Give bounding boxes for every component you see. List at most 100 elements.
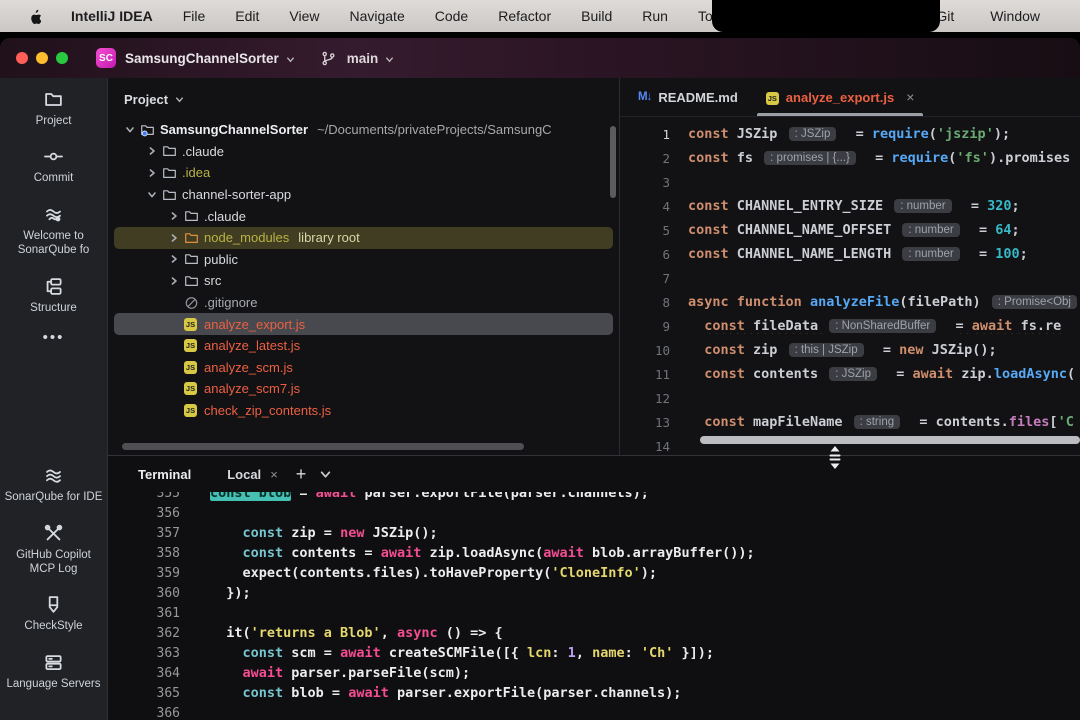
type-inlay-hint: : JSZip <box>829 367 877 381</box>
stripe-item-project[interactable]: Project <box>0 90 107 128</box>
code-token: contents = <box>283 545 381 561</box>
project-vertical-scrollbar[interactable] <box>610 126 616 198</box>
chevron-down-icon[interactable] <box>120 125 140 135</box>
project-horizontal-scrollbar[interactable] <box>122 443 524 450</box>
tree-row-analyze-scm7-js[interactable]: JSanalyze_scm7.js <box>114 378 613 400</box>
tree-item-name: check_zip_contents.js <box>204 403 331 418</box>
chevron-down-icon[interactable] <box>385 55 394 64</box>
code-token: const <box>704 318 753 334</box>
code-token: const <box>243 525 284 541</box>
menu-item-run[interactable]: Run <box>642 8 668 24</box>
code-token: ( <box>948 150 956 166</box>
editor-tab-readme-md[interactable]: M↓README.md <box>624 78 752 116</box>
editor-line-11[interactable]: 11 const contents : JSZip = await zip.lo… <box>620 362 1080 386</box>
editor-line-8[interactable]: 8async function analyzeFile(filePath) : … <box>620 290 1080 314</box>
menu-item-code[interactable]: Code <box>435 8 468 24</box>
close-icon[interactable]: × <box>270 467 278 482</box>
folder-icon <box>162 144 182 158</box>
branch-name[interactable]: main <box>347 51 379 66</box>
code-token: ); <box>994 126 1010 142</box>
editor-tab-analyze-export-js[interactable]: JSanalyze_export.js× <box>752 78 929 116</box>
chevron-down-icon[interactable] <box>320 469 331 480</box>
chevron-right-icon[interactable] <box>164 233 184 243</box>
stripe-item-more-icon[interactable]: ••• <box>0 334 107 342</box>
tree-row-public[interactable]: public <box>114 249 613 271</box>
stripe-item-welcome-to-sonarqube-fo[interactable]: Welcome to SonarQube fo <box>0 205 107 258</box>
stripe-item-commit[interactable]: Commit <box>0 147 107 185</box>
tree-row-samsungchannelsorter[interactable]: SamsungChannelSorter~/Documents/privateP… <box>114 119 613 141</box>
editor-line-4[interactable]: 4const CHANNEL_ENTRY_SIZE : number = 320… <box>620 194 1080 218</box>
chevron-down-icon[interactable] <box>286 55 295 64</box>
tree-row-idea[interactable]: .idea <box>114 162 613 184</box>
close-window-button[interactable] <box>16 52 28 64</box>
tree-row-analyze-scm-js[interactable]: JSanalyze_scm.js <box>114 357 613 379</box>
code-token: async <box>397 625 438 641</box>
editor-horizontal-scrollbar[interactable] <box>700 436 1080 444</box>
type-inlay-hint: : number <box>902 247 959 261</box>
editor-line-3[interactable]: 3 <box>620 170 1080 194</box>
splitter-resize-handle[interactable] <box>827 445 843 470</box>
code-token: parser.exportFile(parser.channels); <box>356 492 649 501</box>
tree-row-claude[interactable]: .claude <box>114 205 613 227</box>
stripe-item-sonarqube-for-ide[interactable]: SonarQube for IDE <box>0 466 107 504</box>
chevron-right-icon[interactable] <box>164 276 184 286</box>
tree-item-name: node_modules <box>204 230 289 245</box>
chevron-down-icon <box>175 92 184 107</box>
tree-row-analyze-export-js[interactable]: JSanalyze_export.js <box>114 313 613 335</box>
apple-icon[interactable] <box>26 8 41 25</box>
code-token: it( <box>210 625 251 641</box>
editor-line-5[interactable]: 5const CHANNEL_NAME_OFFSET : number = 64… <box>620 218 1080 242</box>
menu-item-build[interactable]: Build <box>581 8 612 24</box>
tree-item-name: .idea <box>182 165 210 180</box>
chevron-right-icon[interactable] <box>142 168 162 178</box>
editor-line-10[interactable]: 10 const zip : this | JSZip = new JSZip(… <box>620 338 1080 362</box>
code-token: CHANNEL_NAME_OFFSET <box>737 222 900 238</box>
project-name[interactable]: SamsungChannelSorter <box>125 51 279 66</box>
editor-line-2[interactable]: 2const fs : promises | {...} = require('… <box>620 146 1080 170</box>
menu-item-file[interactable]: File <box>183 8 206 24</box>
tree-row-src[interactable]: src <box>114 270 613 292</box>
terminal-output[interactable]: 355const blob = await parser.exportFile(… <box>108 492 1080 720</box>
line-number: 360 <box>108 586 180 601</box>
new-terminal-button[interactable]: + <box>296 464 307 485</box>
menu-item-refactor[interactable]: Refactor <box>498 8 551 24</box>
stripe-item-checkstyle[interactable]: CheckStyle <box>0 595 107 633</box>
ignored-icon <box>184 296 204 310</box>
code-token: require <box>891 150 948 166</box>
menu-item-navigate[interactable]: Navigate <box>349 8 404 24</box>
editor-code-area[interactable]: 1const JSZip : JSZip = require('jszip');… <box>620 117 1080 455</box>
tree-row-check-zip-contents-js[interactable]: JScheck_zip_contents.js <box>114 400 613 422</box>
editor-line-1[interactable]: 1const JSZip : JSZip = require('jszip'); <box>620 122 1080 146</box>
chevron-right-icon[interactable] <box>142 146 162 156</box>
project-panel-header[interactable]: Project <box>108 88 619 119</box>
chevron-right-icon[interactable] <box>164 254 184 264</box>
editor-line-7[interactable]: 7 <box>620 266 1080 290</box>
tree-row-claude[interactable]: .claude <box>114 141 613 163</box>
menu-item-view[interactable]: View <box>289 8 319 24</box>
editor-line-6[interactable]: 6const CHANNEL_NAME_LENGTH : number = 10… <box>620 242 1080 266</box>
terminal-title[interactable]: Terminal <box>138 467 191 482</box>
menu-item-edit[interactable]: Edit <box>235 8 259 24</box>
close-icon[interactable]: × <box>906 89 914 105</box>
editor-line-13[interactable]: 13 const mapFileName : string = contents… <box>620 410 1080 434</box>
tree-row-analyze-latest-js[interactable]: JSanalyze_latest.js <box>114 335 613 357</box>
menu-item-window[interactable]: Window <box>990 8 1040 24</box>
tree-row-channel-sorter-app[interactable]: channel-sorter-app <box>114 184 613 206</box>
stripe-item-github-copilot-mcp-log[interactable]: GitHub Copilot MCP Log <box>0 524 107 577</box>
zoom-window-button[interactable] <box>56 52 68 64</box>
editor-line-12[interactable]: 12 <box>620 386 1080 410</box>
stripe-item-label: CheckStyle <box>20 619 86 633</box>
tree-row-node-modules[interactable]: node_moduleslibrary root <box>114 227 613 249</box>
code-token: }]); <box>673 645 714 661</box>
stripe-item-structure[interactable]: Structure <box>0 277 107 315</box>
menu-item-intellij-idea[interactable]: IntelliJ IDEA <box>71 8 153 24</box>
stripe-item-language-servers[interactable]: Language Servers <box>0 653 107 691</box>
minimize-window-button[interactable] <box>36 52 48 64</box>
line-number: 366 <box>108 706 180 720</box>
terminal-tab-local[interactable]: Local × <box>227 467 278 482</box>
chevron-down-icon[interactable] <box>142 190 162 200</box>
editor-line-9[interactable]: 9 const fileData : NonSharedBuffer = awa… <box>620 314 1080 338</box>
chevron-right-icon[interactable] <box>164 211 184 221</box>
tree-row-gitignore[interactable]: .gitignore <box>114 292 613 314</box>
code-token: await <box>543 545 584 561</box>
